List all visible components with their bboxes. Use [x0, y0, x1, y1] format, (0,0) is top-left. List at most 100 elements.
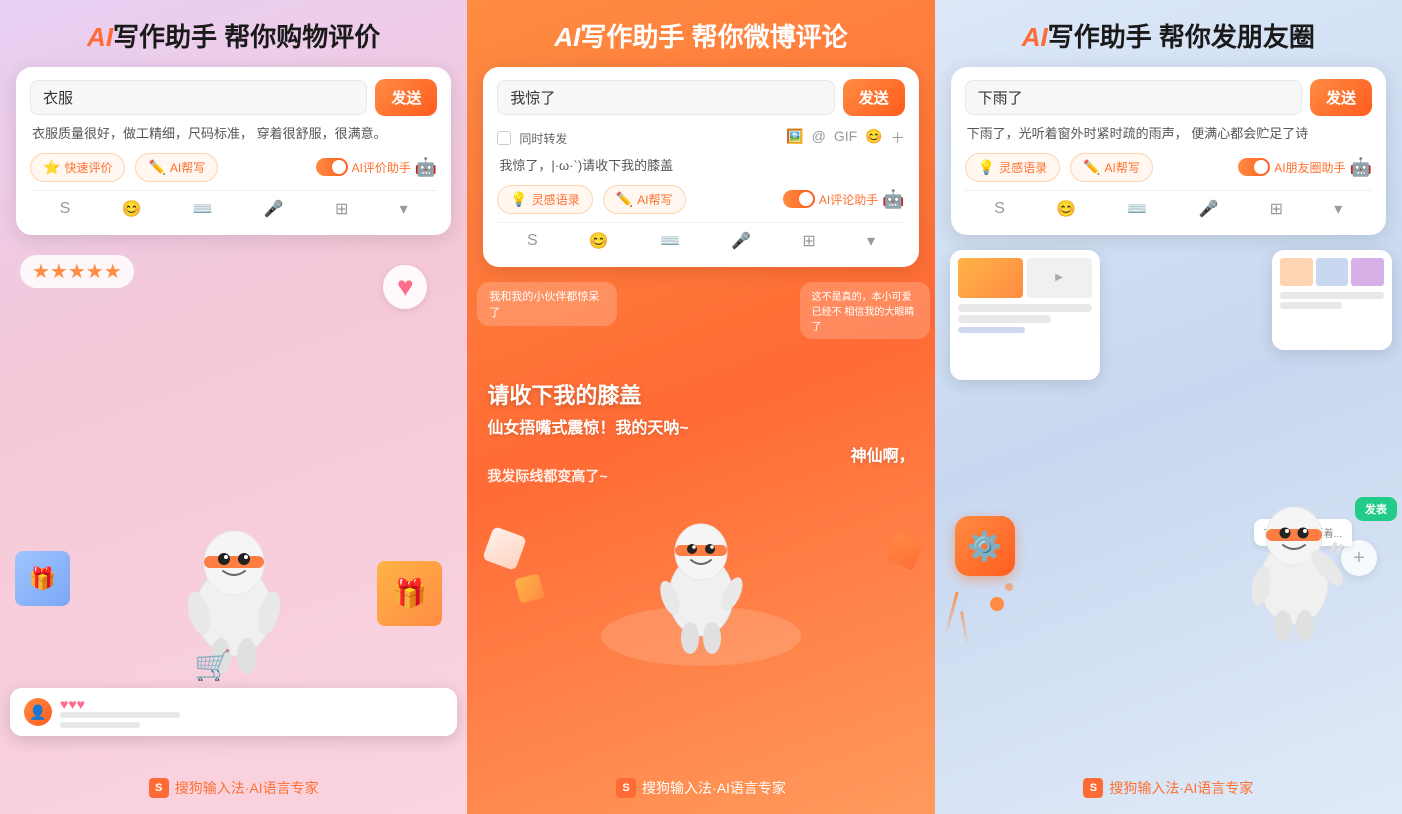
inspiration-btn-3[interactable]: 💡 灵感语录 [965, 153, 1060, 182]
grid-icon-1[interactable]: ⊞ [329, 197, 354, 221]
grid-icon-3[interactable]: ⊞ [1264, 197, 1289, 221]
emoji-icon-3[interactable]: 😊 [1050, 197, 1082, 221]
sogou-logo-2: S [616, 778, 636, 798]
panel-1-title: AI写作助手 帮你购物评价 [0, 0, 467, 67]
speech-bubble-1: 我和我的小伙伴都惊呆了 [477, 282, 617, 326]
speech-bubble-2: 这不是真的，本小可爱已经不 相信我的大眼睛了 [800, 282, 930, 339]
emoji-icon-2[interactable]: 😊 [583, 229, 615, 253]
generated-text-3: 下雨了，光听着窗外时紧时疏的雨声， 便满心都会贮足了诗 [965, 124, 1372, 145]
toggle-3[interactable] [1238, 158, 1270, 176]
send-button-2[interactable]: 发送 [843, 79, 905, 116]
quick-review-btn[interactable]: ⭐ 快速评价 [30, 153, 125, 182]
ai-prefix-2: AI [554, 22, 580, 52]
search-input-2[interactable] [497, 80, 834, 115]
post-btn-mockup: 发表 [1355, 497, 1397, 521]
deco-block-3 [885, 531, 925, 571]
toggle-label-2: AI评论助手 [819, 191, 878, 208]
image-icon[interactable]: 🖼️ [786, 128, 803, 148]
ui-mockup-2 [1272, 250, 1392, 350]
plus-icon[interactable]: ＋ [891, 128, 905, 148]
review-line-1 [60, 712, 180, 718]
ai-prefix-1: AI [87, 22, 113, 52]
send-button-3[interactable]: 发送 [1310, 79, 1372, 116]
sogou-icon-2: S [521, 230, 544, 252]
at-icon[interactable]: @ [812, 128, 826, 148]
sogou-icon-3: S [988, 198, 1011, 220]
deco-line-2 [960, 611, 969, 646]
app-icon: ⚙️ [955, 516, 1015, 576]
search-input-1[interactable] [30, 80, 367, 115]
deco-dot-1 [990, 597, 1004, 611]
repost-label: 同时转发 [519, 130, 567, 147]
action-row-3: 💡 灵感语录 ✏️ AI帮写 AI朋友圈助手 🤖 [965, 153, 1372, 182]
robot-character-1: 🛒 [169, 521, 299, 686]
ribbon-text-3: 神仙啊， [487, 442, 914, 466]
ribbon-container: 请收下我的膝盖 仙女捂嘴式震惊！我的天呐~ 神仙啊， 我发际线都变高了~ [472, 378, 929, 486]
sogou-logo-1: S [149, 778, 169, 798]
panel-moments: AI写作助手 帮你发朋友圈 发送 下雨了，光听着窗外时紧时疏的雨声， 便满心都会… [935, 0, 1402, 814]
weibo-options-row: 同时转发 🖼️ @ GIF 😊 ＋ [497, 124, 904, 152]
inspiration-btn[interactable]: 💡 灵感语录 [497, 185, 592, 214]
robot-emoji-3: 🤖 [1350, 157, 1372, 178]
ai-write-btn-1[interactable]: ✏️ AI帮写 [135, 153, 218, 182]
mic-icon-2[interactable]: 🎤 [725, 229, 757, 253]
toggle-2[interactable] [783, 190, 815, 208]
ribbon-text-1: 请收下我的膝盖 [487, 378, 914, 410]
repost-checkbox[interactable] [497, 131, 511, 145]
ribbon-text-2: 仙女捂嘴式震惊！我的天呐~ [487, 414, 914, 438]
panel-weibo: AI写作助手 帮你微博评论 发送 同时转发 🖼️ @ GIF 😊 ＋ 我惊了，|… [467, 0, 934, 814]
panel-3-title: AI写作助手 帮你发朋友圈 [935, 0, 1402, 67]
user-avatar: 👤 [24, 698, 52, 726]
keyboard-icon-1[interactable]: ⌨️ [187, 197, 219, 221]
emoji-weibo-icon[interactable]: 😊 [865, 128, 882, 148]
bulb-icon-3: 💡 [978, 159, 995, 176]
grid-icon-2[interactable]: ⊞ [796, 229, 821, 253]
footer-3: S 搜狗输入法·AI语言专家 [1083, 766, 1253, 814]
deco-block-2 [515, 573, 546, 604]
keyboard-row-3: S 😊 ⌨️ 🎤 ⊞ ▾ [965, 190, 1372, 223]
action-row-2: 💡 灵感语录 ✏️ AI帮写 AI评论助手 🤖 [497, 185, 904, 214]
footer-text-2: 搜狗输入法·AI语言专家 [642, 778, 786, 798]
mic-icon-1[interactable]: 🎤 [258, 197, 290, 221]
pencil-icon-3: ✏️ [1083, 159, 1100, 176]
gift-box-2: 🎁 [377, 561, 442, 626]
keyboard-row-1: S 😊 ⌨️ 🎤 ⊞ ▾ [30, 190, 437, 223]
svg-text:🛒: 🛒 [194, 648, 231, 681]
stars-rating: ★★★★★ [20, 255, 134, 288]
footer-1: S 搜狗输入法·AI语言专家 [149, 766, 319, 814]
heart-float: ♥ [383, 265, 427, 309]
gif-icon[interactable]: GIF [834, 128, 857, 148]
emoji-icon-1[interactable]: 😊 [116, 197, 148, 221]
robot-character-3 [1237, 498, 1352, 651]
pencil-icon-1: ✏️ [148, 159, 165, 176]
ai-write-btn-2[interactable]: ✏️ AI帮写 [603, 185, 686, 214]
panel-2-title: AI写作助手 帮你微博评论 [467, 0, 934, 67]
robot-emoji-1: 🤖 [415, 157, 437, 178]
footer-text-1: 搜狗输入法·AI语言专家 [175, 778, 319, 798]
keyboard-icon-2[interactable]: ⌨️ [654, 229, 686, 253]
input-row-3: 发送 [965, 79, 1372, 116]
keyboard-row-2: S 😊 ⌨️ 🎤 ⊞ ▾ [497, 222, 904, 255]
input-card-3: 发送 下雨了，光听着窗外时紧时疏的雨声， 便满心都会贮足了诗 💡 灵感语录 ✏️… [951, 67, 1386, 235]
chevron-down-icon-3[interactable]: ▾ [1328, 197, 1348, 221]
toggle-1[interactable] [316, 158, 348, 176]
deco-dot-2 [1005, 583, 1013, 591]
input-card-1: 发送 衣服质量很好，做工精细，尺码标准， 穿着很舒服，很满意。 ⭐ 快速评价 ✏… [16, 67, 451, 235]
robot-emoji-2: 🤖 [882, 189, 904, 210]
search-input-3[interactable] [965, 80, 1302, 115]
chevron-down-icon-2[interactable]: ▾ [861, 229, 881, 253]
hearts-display: ♥♥♥ [60, 696, 180, 712]
review-line-2 [60, 722, 140, 728]
review-card: 👤 ♥♥♥ [10, 688, 457, 736]
generated-text-2: 我惊了，|·ω·`)请收下我的膝盖 [497, 156, 904, 177]
toggle-label-1: AI评价助手 [352, 159, 411, 176]
mic-icon-3[interactable]: 🎤 [1192, 197, 1224, 221]
weibo-toolbar: 🖼️ @ GIF 😊 ＋ [786, 128, 904, 148]
chevron-down-icon-1[interactable]: ▾ [394, 197, 414, 221]
ai-write-btn-3[interactable]: ✏️ AI帮写 [1070, 153, 1153, 182]
bulb-icon-2: 💡 [510, 191, 527, 208]
generated-text-1: 衣服质量很好，做工精细，尺码标准， 穿着很舒服，很满意。 [30, 124, 437, 145]
keyboard-icon-3[interactable]: ⌨️ [1121, 197, 1153, 221]
ribbon-text-4: 我发际线都变高了~ [487, 466, 914, 486]
send-button-1[interactable]: 发送 [375, 79, 437, 116]
